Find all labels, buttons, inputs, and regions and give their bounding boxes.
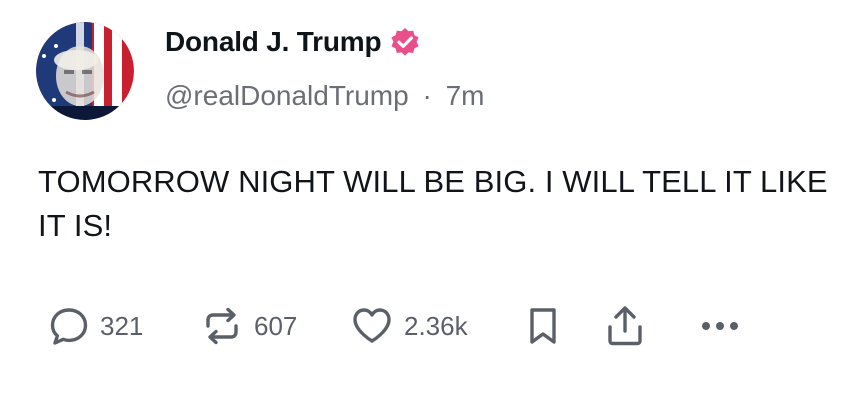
verified-badge-icon <box>389 26 421 58</box>
reply-icon <box>48 305 90 347</box>
repost-count: 607 <box>254 310 298 341</box>
share-icon <box>603 303 647 349</box>
action-bar: 321 607 2.36k <box>0 298 850 354</box>
author-handle[interactable]: @realDonaldTrump <box>165 80 409 111</box>
post-time[interactable]: 7m <box>446 80 485 111</box>
reply-count: 321 <box>100 310 144 341</box>
reply-button[interactable]: 321 <box>48 298 143 354</box>
meta-separator: · <box>422 80 432 111</box>
more-button[interactable] <box>698 298 742 354</box>
repost-icon <box>200 304 244 348</box>
like-icon <box>350 304 394 348</box>
repost-button[interactable]: 607 <box>200 298 297 354</box>
post: Donald J. Trump @realDonaldTrump · 7m TO… <box>0 0 850 400</box>
author-display-name[interactable]: Donald J. Trump <box>165 26 382 58</box>
author-name-row[interactable]: Donald J. Trump <box>165 26 421 58</box>
avatar-image <box>36 22 134 120</box>
avatar[interactable] <box>36 22 134 120</box>
post-body: TOMORROW NIGHT WILL BE BIG. I WILL TELL … <box>38 164 828 243</box>
bookmark-button[interactable] <box>523 298 563 354</box>
like-count: 2.36k <box>404 310 468 341</box>
more-icon <box>698 316 742 336</box>
bookmark-icon <box>523 304 563 348</box>
share-button[interactable] <box>603 298 647 354</box>
like-button[interactable]: 2.36k <box>350 298 468 354</box>
author-meta: @realDonaldTrump · 7m <box>165 80 485 112</box>
